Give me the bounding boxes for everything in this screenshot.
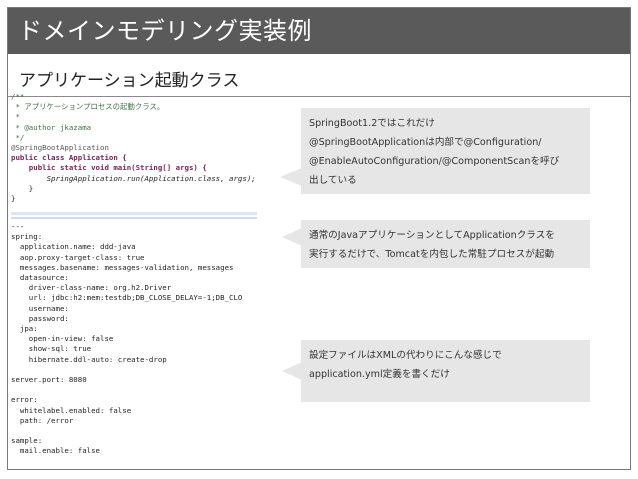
slide-title: ドメインモデリング実装例 [18,17,312,45]
code-line: whitelabel.enabled: false [11,405,132,415]
code-line: path: /error [11,415,74,425]
code-separator-secondary [11,217,257,219]
code-line: public class Application { [11,153,127,163]
code-line: messages.basename: messages-validation, … [11,262,234,272]
code-line: hibernate.ddl-auto: create-drop [11,354,167,364]
code-line: username: [11,303,69,313]
code-line: /** [11,92,25,101]
code-line: server.port: 8080 [11,375,87,385]
code-line: open-in-view: false [11,334,114,344]
code-line: public static void main(String[] args) { [11,163,207,173]
code-separator [11,212,257,215]
code-line: aop.proxy-target-class: true [11,252,145,262]
code-line: application.name: ddd-java [11,242,136,252]
code-line: password: [11,313,69,323]
code-line: jpa: [11,324,38,334]
code-line: } [11,194,16,204]
code-line: @SpringBootApplication [11,143,109,153]
callout-run-application: 通常のJavaアプリケーションとしてApplicationクラスを 実行するだけ… [301,220,590,268]
code-line: */ [11,132,25,142]
callout-line: @SpringBootApplicationは内部で@Configuration… [309,137,542,148]
callout-line: application.yml定義を書くだけ [309,369,450,380]
callout-line: SpringBoot1.2ではこれだけ [309,118,435,129]
code-line: * @author jkazama [11,122,92,132]
callout-line: 実行するだけで、Tomcatを内包した常駐プロセスが起動 [309,249,555,260]
code-line: datasource: [11,273,69,283]
callout-line: 設定ファイルはXMLの代わりにこんな感じで [309,350,502,361]
code-line: --- [11,222,25,231]
code-line: sample: [11,436,43,446]
code-line: * アプリケーションプロセスの起動クラス。 [11,102,165,112]
callout-line: 通常のJavaアプリケーションとしてApplicationクラスを [309,230,555,241]
code-line: } [11,183,34,193]
yaml-code-block: --- spring: application.name: ddd-java a… [11,222,261,458]
callout-line: @EnableAutoConfiguration/@ComponentScanを… [309,156,560,167]
code-line: spring: [11,232,43,242]
code-line: mail.enable: false [11,446,100,456]
callout-pointer-1 [280,168,302,186]
callout-pointer-2 [282,228,302,246]
slide-subtitle: アプリケーション起動クラス [19,71,240,91]
code-line: driver-class-name: org.h2.Driver [11,283,172,293]
callout-yaml-config: 設定ファイルはXMLの代わりにこんな感じで application.yml定義を… [301,340,590,402]
code-line: url: jdbc:h2:mem:testdb;DB_CLOSE_DELAY=-… [11,293,243,303]
code-line: error: [11,395,38,405]
callout-line: 出している [309,175,357,186]
title-bar: ドメインモデリング実装例 [8,8,630,54]
java-code-block: /** * アプリケーションプロセスの起動クラス。 * * @author jk… [11,92,261,214]
code-line: show-sql: true [11,344,92,354]
callout-springboot-annotation: SpringBoot1.2ではこれだけ @SpringBootApplicati… [301,108,590,194]
code-line: SpringApplication.run(Application.class,… [11,173,256,183]
callout-pointer-3 [282,362,302,380]
code-line: * [11,112,20,122]
